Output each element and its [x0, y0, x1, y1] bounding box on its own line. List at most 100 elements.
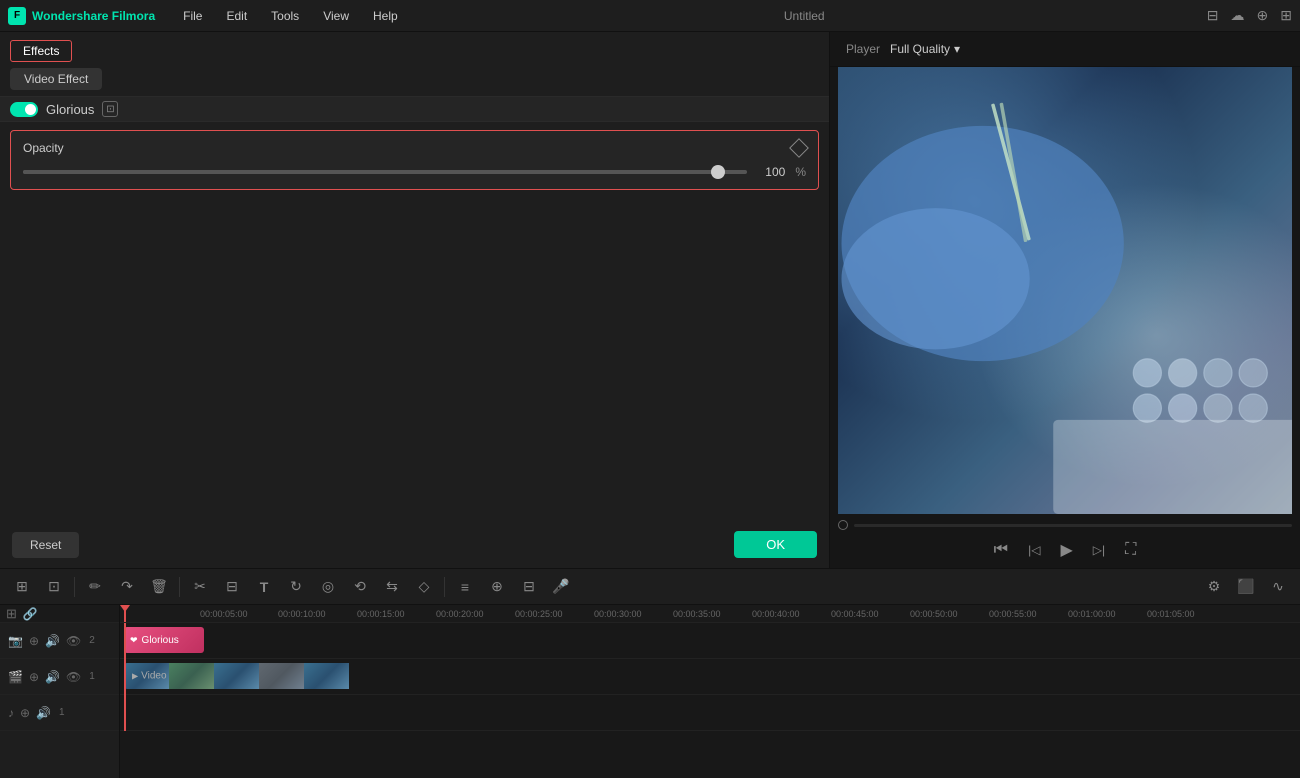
rotate-tool[interactable]: ⟲ — [346, 573, 374, 601]
link-icon[interactable]: 🔗 — [23, 607, 38, 621]
track-music-icon: ♪ — [8, 706, 14, 720]
audio-eq-tool[interactable]: ≡ — [451, 573, 479, 601]
video-preview — [838, 67, 1292, 514]
ok-button[interactable]: OK — [734, 531, 817, 558]
timemark-30s: 00:00:30:00 — [594, 609, 642, 619]
menu-help[interactable]: Help — [369, 7, 402, 25]
glorious-clip-icon: ❤ — [130, 635, 138, 646]
crop-tool[interactable]: ⊟ — [218, 573, 246, 601]
glorious-clip[interactable]: ❤ Glorious — [124, 627, 204, 653]
speed-tool[interactable]: ◎ — [314, 573, 342, 601]
cloud-icon[interactable]: ☁ — [1231, 7, 1245, 24]
effects-tab[interactable]: Effects — [10, 40, 72, 62]
delete-tool[interactable]: 🗑 — [145, 573, 173, 601]
glorious-clip-label: Glorious — [142, 635, 179, 646]
timeline-main: ⊞ 🔗 📷 ⊕ 🔊 👁 2 🎬 ⊕ 🔊 👁 1 ♪ — [0, 605, 1300, 778]
layout-icon[interactable]: ⊞ — [1280, 7, 1292, 24]
timemark-60s: 00:01:00:00 — [1068, 609, 1116, 619]
menu-tools[interactable]: Tools — [267, 7, 303, 25]
glorious-row: Glorious ⊡ — [0, 96, 829, 122]
wave-tool[interactable]: ∿ — [1264, 573, 1292, 601]
track-eye-icon-v[interactable]: 👁 — [66, 670, 81, 684]
window-controls: ⊟ ☁ ⊕ ⊞ — [1207, 7, 1292, 24]
video-clip[interactable]: ▶ Video — [124, 663, 354, 689]
quality-label: Full Quality — [890, 42, 950, 56]
track-sound-icon[interactable]: 🔊 — [45, 634, 60, 648]
voice-tool[interactable]: 🎤 — [547, 573, 575, 601]
opacity-header: Opacity — [23, 141, 806, 155]
frame-back-button[interactable]: |◁ — [1028, 543, 1040, 557]
timemark-20s: 00:00:20:00 — [436, 609, 484, 619]
redo-tool[interactable]: ↷ — [113, 573, 141, 601]
reset-button[interactable]: Reset — [12, 532, 79, 558]
toolbar-row: ⊞ ⊡ ✏ ↷ 🗑 ✂ ⊟ T ↻ ◎ ⟲ ⇆ ◇ ≡ ⊕ ⊟ 🎤 ⚙ ⬛ ∿ — [0, 569, 1300, 605]
timemark-45s: 00:00:45:00 — [831, 609, 879, 619]
mask-tool[interactable]: ◇ — [410, 573, 438, 601]
opacity-slider-container[interactable] — [23, 170, 747, 174]
timemark-35s: 00:00:35:00 — [673, 609, 721, 619]
quality-dropdown[interactable]: Full Quality ▾ — [890, 42, 960, 56]
frame-tool[interactable]: ⊟ — [515, 573, 543, 601]
panel-buttons: Reset OK — [0, 521, 829, 568]
effects-tab-bar: Effects — [0, 32, 829, 62]
render-tool[interactable]: ⬛ — [1232, 573, 1260, 601]
settings-tool[interactable]: ⚙ — [1200, 573, 1228, 601]
timemark-15s: 00:00:15:00 — [357, 609, 405, 619]
progress-bar[interactable] — [854, 524, 1292, 527]
monitor-icon[interactable]: ⊟ — [1207, 7, 1219, 24]
fullscreen-button[interactable]: ⛶ — [1125, 541, 1136, 559]
pencil-tool[interactable]: ✏ — [81, 573, 109, 601]
cut-tool[interactable]: ✂ — [186, 573, 214, 601]
step-back-button[interactable]: ⏮ — [994, 541, 1008, 559]
player-progress — [830, 514, 1300, 536]
track-label-audio: ♪ ⊕ 🔊 1 — [0, 695, 119, 731]
logo-icon: F — [8, 7, 26, 25]
glorious-info-icon[interactable]: ⊡ — [102, 101, 118, 117]
frame-forward-button[interactable]: ▷| — [1093, 543, 1105, 557]
thumb-3 — [214, 663, 259, 689]
menu-file[interactable]: File — [179, 7, 206, 25]
audio-track-row — [120, 695, 1300, 731]
video-track-row: ▶ Video — [120, 659, 1300, 695]
track-number-1: 1 — [89, 671, 95, 682]
tool-separator-3 — [444, 577, 445, 597]
merge-tool[interactable]: ⊕ — [483, 573, 511, 601]
timemark-50s: 00:00:50:00 — [910, 609, 958, 619]
slider-thumb[interactable] — [711, 165, 725, 179]
track-label-header: ⊞ 🔗 — [0, 605, 119, 623]
glorious-toggle[interactable] — [10, 102, 38, 117]
play-button[interactable]: ▶ — [1060, 540, 1072, 560]
scene-detect-tool[interactable]: ⊞ — [8, 573, 36, 601]
track-number-2: 2 — [89, 635, 95, 646]
opacity-value: 100 — [757, 165, 785, 179]
slider-fill — [23, 170, 718, 174]
track-add-icon-v[interactable]: ⊕ — [29, 670, 39, 684]
magnetic-snap-tool[interactable]: ⊡ — [40, 573, 68, 601]
tool-separator-2 — [179, 577, 180, 597]
track-add-icon-a[interactable]: ⊕ — [20, 706, 30, 720]
timeline-area: ⊞ ⊡ ✏ ↷ 🗑 ✂ ⊟ T ↻ ◎ ⟲ ⇆ ◇ ≡ ⊕ ⊟ 🎤 ⚙ ⬛ ∿ … — [0, 568, 1300, 778]
main-area: Effects Video Effect Glorious ⊡ Opacity — [0, 32, 1300, 568]
opacity-section: Opacity 100 % — [10, 130, 819, 190]
keyframe-diamond-icon[interactable] — [789, 138, 809, 158]
track-sound-icon-a[interactable]: 🔊 — [36, 706, 51, 720]
text-tool[interactable]: T — [250, 573, 278, 601]
timemark-65s: 00:01:05:00 — [1147, 609, 1195, 619]
flip-tool[interactable]: ⇆ — [378, 573, 406, 601]
menu-view[interactable]: View — [319, 7, 353, 25]
progress-dot[interactable] — [838, 520, 848, 530]
loop-tool[interactable]: ↻ — [282, 573, 310, 601]
track-eye-icon[interactable]: 👁 — [66, 634, 81, 648]
video-label-text: Video — [141, 671, 166, 682]
player-video — [838, 67, 1292, 514]
slider-row: 100 % — [23, 165, 806, 179]
video-effect-tab[interactable]: Video Effect — [10, 68, 102, 90]
effect-track-row: ❤ Glorious — [120, 623, 1300, 659]
menu-edit[interactable]: Edit — [222, 7, 251, 25]
share-icon[interactable]: ⊕ — [1257, 7, 1269, 24]
add-track-icon[interactable]: ⊞ — [6, 606, 17, 622]
track-sound-icon-v[interactable]: 🔊 — [45, 670, 60, 684]
window-title: Untitled — [418, 9, 1191, 23]
track-add-icon[interactable]: ⊕ — [29, 634, 39, 648]
timemark-40s: 00:00:40:00 — [752, 609, 800, 619]
